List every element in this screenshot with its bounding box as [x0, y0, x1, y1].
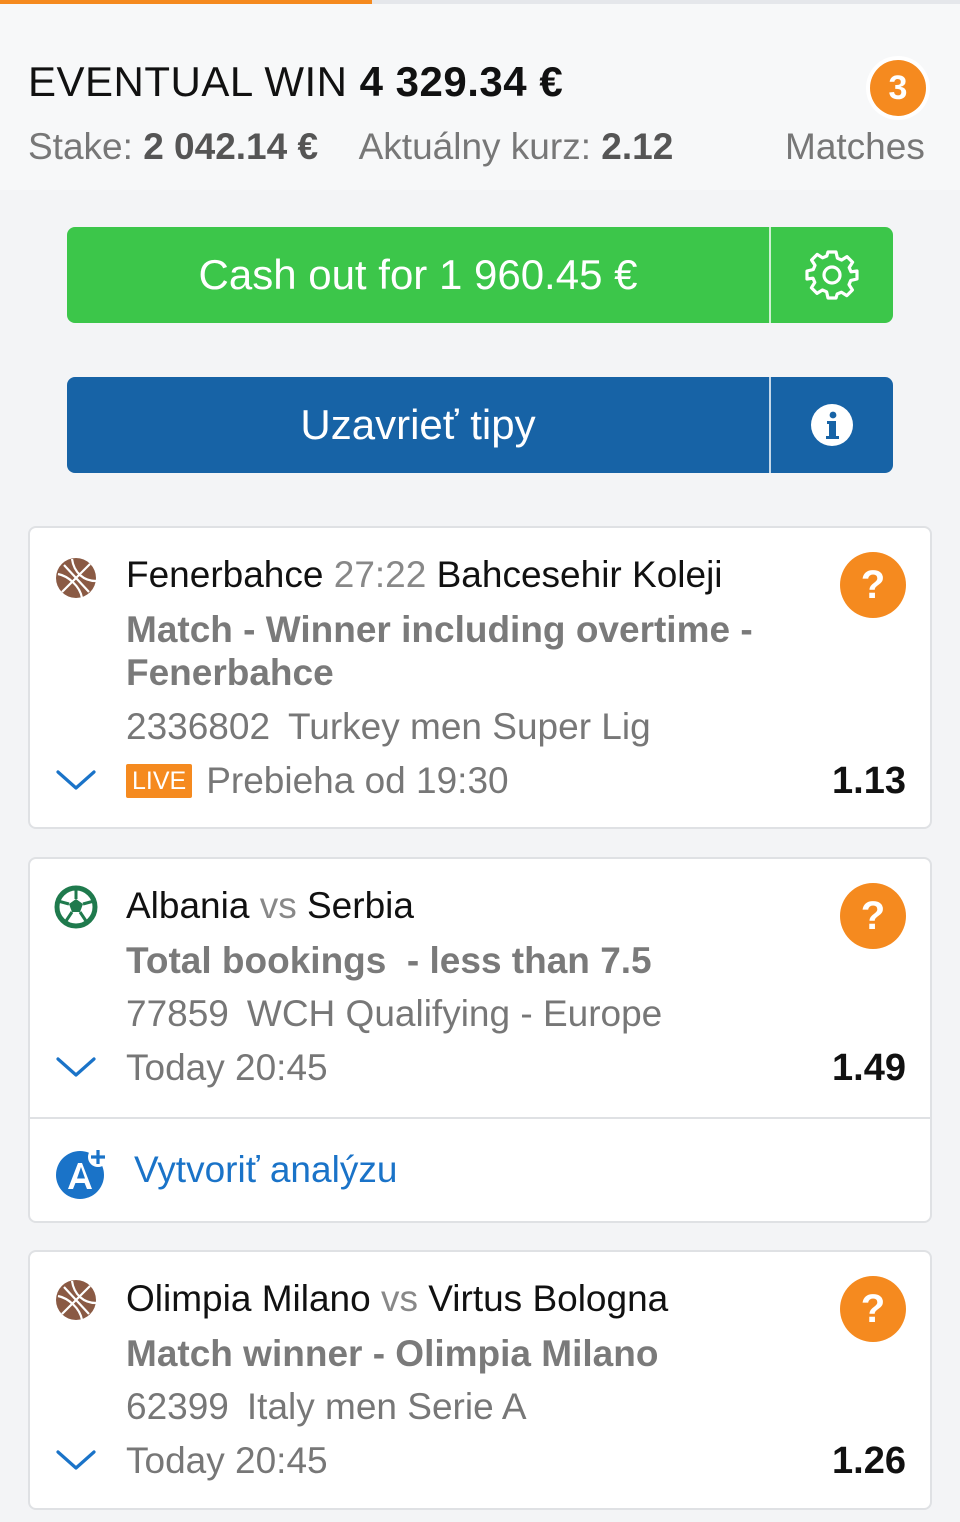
bet-teams: Albania vs Serbia [126, 885, 414, 927]
ticket-summary: EVENTUAL WIN 4 329.34 € Stake: 2 042.14 … [0, 4, 960, 190]
versus: vs [380, 1278, 418, 1319]
bet-odds: 1.13 [832, 760, 906, 802]
stake-value: 2 042.14 € [143, 126, 319, 167]
stake-label: Stake: [28, 126, 133, 167]
close-bets-button-group: Uzavrieť tipy [67, 377, 893, 473]
league-name: WCH Qualifying - Europe [246, 993, 663, 1034]
help-button[interactable]: ? [840, 883, 906, 949]
bet-teams: Fenerbahce 27:22 Bahcesehir Koleji [126, 554, 723, 596]
stake-row: Stake: 2 042.14 € Aktuálny kurz: 2.12 [28, 126, 673, 168]
eventual-win-value: 4 329.34 € [359, 58, 564, 105]
eventual-win-label: EVENTUAL WIN [28, 58, 348, 105]
away-team: Serbia [307, 885, 414, 926]
cashout-button-group: Cash out for 1 960.45 € [67, 227, 893, 323]
home-team: Albania [126, 885, 250, 926]
basketball-icon [56, 1280, 97, 1321]
bet-time-row: LIVE Prebieha od 19:30 [126, 760, 509, 802]
info-icon [811, 404, 853, 446]
create-analysis-link[interactable]: Vytvoriť analýzu [134, 1149, 397, 1191]
eventual-win: EVENTUAL WIN 4 329.34 € [28, 58, 563, 106]
bet-league: 62399 Italy men Serie A [126, 1386, 527, 1428]
chevron-down-icon[interactable] [54, 768, 98, 792]
bet-time: Today 20:45 [126, 1047, 328, 1088]
basketball-icon [56, 558, 97, 599]
bet-time-row: Today 20:45 [126, 1047, 328, 1089]
away-team: Bahcesehir Koleji [436, 554, 723, 595]
help-button[interactable]: ? [840, 552, 906, 618]
cashout-button[interactable]: Cash out for 1 960.45 € [67, 227, 769, 323]
bet-market: Total bookings - less than 7.5 [126, 940, 652, 981]
home-team: Fenerbahce [126, 554, 324, 595]
cashout-settings-button[interactable] [769, 227, 893, 323]
gear-icon [805, 250, 859, 300]
bet-league: 2336802 Turkey men Super Lig [126, 706, 651, 748]
create-analysis-row[interactable]: Vytvoriť analýzu [30, 1117, 930, 1221]
close-bets-button[interactable]: Uzavrieť tipy [67, 377, 769, 473]
chevron-down-icon[interactable] [54, 1055, 98, 1079]
current-odds-value: 2.12 [601, 126, 674, 167]
bet-market: Match - Winner including overtime - Fene… [126, 609, 753, 693]
bet-teams: Olimpia Milano vs Virtus Bologna [126, 1278, 668, 1320]
bet-time: Prebieha od 19:30 [206, 760, 509, 801]
live-score: 27:22 [333, 554, 427, 595]
close-bets-info-button[interactable] [769, 377, 893, 473]
current-odds-label: Aktuálny kurz: [358, 126, 591, 167]
home-team: Olimpia Milano [126, 1278, 371, 1319]
football-icon [54, 885, 98, 929]
bet-card[interactable]: Olimpia Milano vs Virtus Bologna Match w… [28, 1250, 932, 1510]
league-name: Turkey men Super Lig [288, 706, 651, 747]
chevron-down-icon[interactable] [54, 1448, 98, 1472]
bet-time-row: Today 20:45 [126, 1440, 328, 1482]
bet-league: 77859 WCH Qualifying - Europe [126, 993, 662, 1035]
live-badge: LIVE [126, 764, 193, 798]
versus: vs [259, 885, 297, 926]
bet-card[interactable]: Albania vs Serbia Total bookings - less … [28, 857, 932, 1223]
matches-label[interactable]: Matches [785, 126, 925, 168]
league-name: Italy men Serie A [246, 1386, 527, 1427]
bet-time: Today 20:45 [126, 1440, 328, 1481]
help-button[interactable]: ? [840, 1276, 906, 1342]
event-id: 62399 [126, 1386, 229, 1427]
event-id: 2336802 [126, 706, 271, 747]
bet-card[interactable]: Fenerbahce 27:22 Bahcesehir Koleji Match… [28, 526, 932, 829]
add-analysis-icon [56, 1147, 108, 1199]
bet-odds: 1.49 [832, 1047, 906, 1089]
bet-odds: 1.26 [832, 1440, 906, 1482]
event-id: 77859 [126, 993, 229, 1034]
away-team: Virtus Bologna [428, 1278, 669, 1319]
bet-market: Match winner - Olimpia Milano [126, 1333, 659, 1374]
match-count-badge[interactable]: 3 [870, 60, 926, 116]
